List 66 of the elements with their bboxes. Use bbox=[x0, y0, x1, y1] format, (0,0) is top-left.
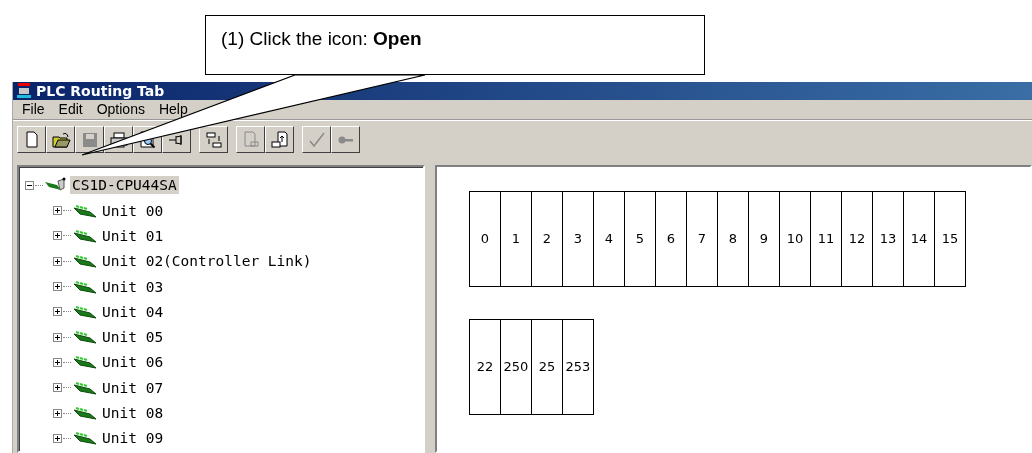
slot-cell: 3 bbox=[562, 191, 593, 286]
slot-cell: 7 bbox=[686, 191, 717, 286]
slot-cell: 13 bbox=[872, 191, 903, 286]
menu-item[interactable]: Options bbox=[89, 101, 152, 118]
slot-cell: 12 bbox=[841, 191, 872, 286]
slot-cell: 2 bbox=[531, 191, 562, 286]
expand-toggle[interactable] bbox=[53, 307, 62, 317]
tree-item-label[interactable]: Unit 04 bbox=[100, 302, 166, 321]
slot-cell: 9 bbox=[748, 191, 779, 286]
slot-cell: 10 bbox=[779, 191, 810, 286]
slot-cell: 253 bbox=[562, 319, 593, 414]
menu-item[interactable]: File bbox=[15, 101, 52, 118]
tree-item-label[interactable]: Unit 07 bbox=[100, 378, 166, 397]
slot-cell: 250 bbox=[500, 319, 531, 414]
expand-toggle[interactable] bbox=[53, 433, 62, 443]
toolbar-button[interactable] bbox=[46, 126, 75, 154]
slot-cell: 8 bbox=[717, 191, 748, 286]
menu-item[interactable]: Edit bbox=[51, 101, 90, 118]
tree-item-label[interactable]: Unit 08 bbox=[100, 404, 166, 423]
slot-cell: 1 bbox=[500, 191, 531, 286]
slot-cell-text: 22 bbox=[475, 358, 495, 377]
tree-item-label[interactable]: Unit 02(Controller Link) bbox=[100, 252, 314, 271]
tree-item-label[interactable]: Unit 03 bbox=[100, 277, 166, 296]
expand-toggle[interactable] bbox=[53, 231, 62, 241]
expand-toggle[interactable] bbox=[53, 332, 62, 342]
module-icon bbox=[72, 253, 98, 270]
plc-icon bbox=[44, 177, 68, 194]
toolbar-button[interactable] bbox=[265, 126, 294, 154]
module-icon bbox=[72, 329, 98, 346]
module-icon bbox=[72, 278, 98, 295]
collapse-toggle[interactable] bbox=[25, 180, 34, 190]
slot-cell-text: 0 bbox=[479, 230, 491, 249]
callout-box: (1) Click the icon: Open bbox=[205, 15, 705, 75]
tree-item-label[interactable]: CS1D-CPU44SA bbox=[70, 176, 179, 195]
slot-cell: 11 bbox=[810, 191, 841, 286]
slot-cell: 14 bbox=[903, 191, 934, 286]
module-icon bbox=[72, 202, 98, 219]
expand-toggle[interactable] bbox=[53, 357, 62, 367]
expand-toggle[interactable] bbox=[53, 383, 62, 393]
slot-cell: 5 bbox=[624, 191, 655, 286]
tree-item-label[interactable]: Unit 09 bbox=[100, 429, 166, 448]
expand-toggle[interactable] bbox=[53, 408, 62, 418]
expand-toggle[interactable] bbox=[53, 256, 62, 266]
tree-item-label[interactable]: Unit 00 bbox=[100, 201, 166, 220]
tree-item-label[interactable]: Unit 06 bbox=[100, 353, 166, 372]
module-icon bbox=[72, 303, 98, 320]
expand-toggle[interactable] bbox=[53, 282, 62, 292]
module-icon bbox=[72, 227, 98, 244]
slot-cell: 15 bbox=[934, 191, 965, 286]
tree-item-label[interactable]: Unit 05 bbox=[100, 328, 166, 347]
module-icon bbox=[72, 354, 98, 371]
toolbar-button[interactable] bbox=[17, 126, 46, 154]
app-icon bbox=[16, 82, 32, 99]
module-icon bbox=[72, 405, 98, 422]
slot-cell: 4 bbox=[593, 191, 624, 286]
toolbar-button[interactable] bbox=[199, 126, 228, 154]
tree-item-label[interactable]: Unit 01 bbox=[100, 226, 166, 245]
module-icon bbox=[72, 379, 98, 396]
slot-cell: 6 bbox=[655, 191, 686, 286]
transfer-icon bbox=[203, 129, 224, 150]
slot-cell: 25 bbox=[531, 319, 562, 414]
module-icon bbox=[72, 430, 98, 447]
upload-icon bbox=[269, 129, 290, 150]
menu-item[interactable]: Help bbox=[151, 101, 195, 118]
expand-toggle[interactable] bbox=[53, 206, 62, 216]
window-title: PLC Routing Tab bbox=[36, 82, 165, 99]
